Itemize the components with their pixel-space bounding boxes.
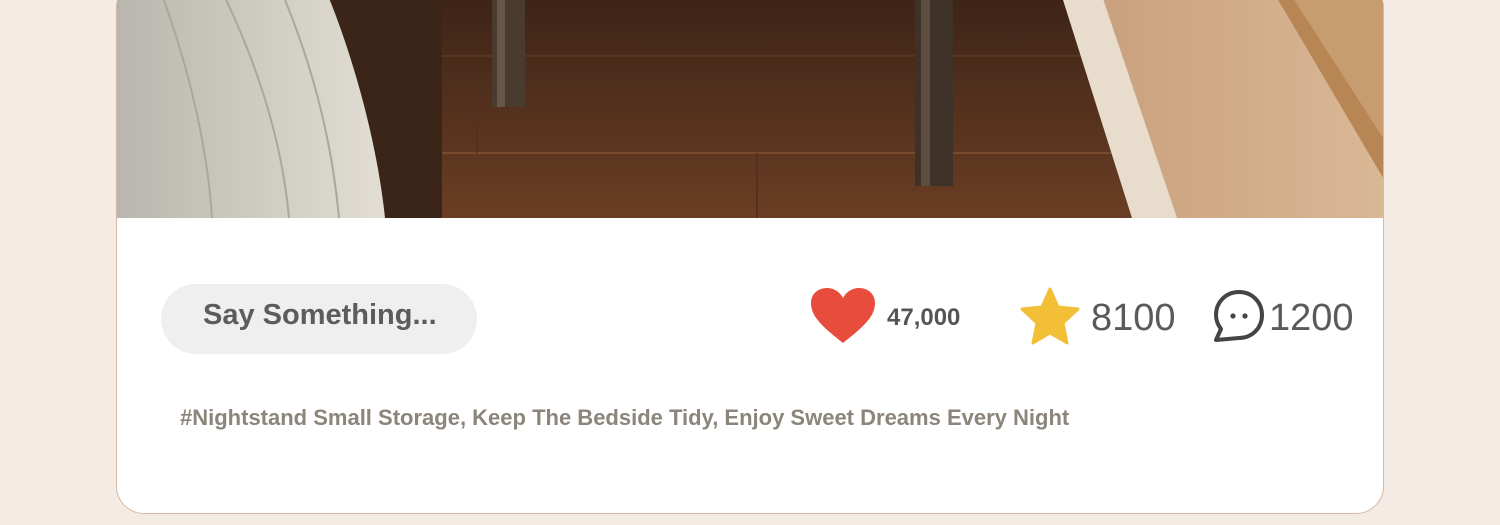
comment-button[interactable]: 1200 — [1211, 286, 1354, 350]
hashtag-caption: #Nightstand Small Storage, Keep The Beds… — [180, 405, 1070, 430]
post-card: Say Something... 47,000 8100 1200 #Night… — [116, 0, 1384, 514]
favorite-count: 8100 — [1091, 296, 1176, 339]
like-count: 47,000 — [887, 304, 961, 331]
comment-placeholder: Say Something... — [203, 299, 437, 331]
star-icon — [1019, 287, 1081, 350]
comment-input[interactable]: Say Something... — [161, 284, 477, 354]
comment-count: 1200 — [1269, 296, 1354, 339]
like-button[interactable]: 47,000 — [809, 286, 960, 350]
heart-icon — [809, 287, 877, 350]
favorite-button[interactable]: 8100 — [1019, 286, 1176, 350]
chat-bubble-icon — [1211, 288, 1267, 349]
product-photo — [117, 0, 1383, 218]
